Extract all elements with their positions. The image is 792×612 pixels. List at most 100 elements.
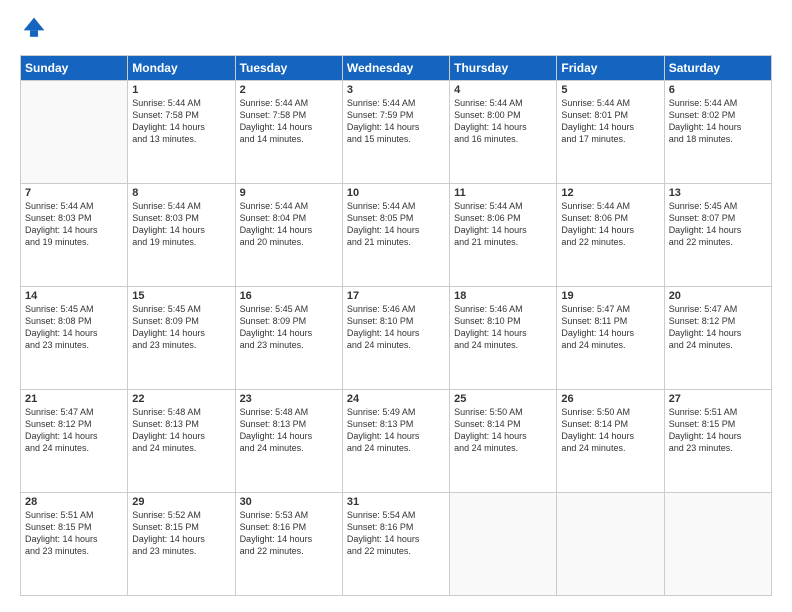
weekday-header-monday: Monday bbox=[128, 56, 235, 81]
day-info: Sunrise: 5:44 AM Sunset: 8:05 PM Dayligh… bbox=[347, 200, 445, 249]
day-info: Sunrise: 5:45 AM Sunset: 8:07 PM Dayligh… bbox=[669, 200, 767, 249]
day-number: 24 bbox=[347, 393, 445, 405]
calendar-cell: 13Sunrise: 5:45 AM Sunset: 8:07 PM Dayli… bbox=[664, 184, 771, 287]
day-number: 27 bbox=[669, 393, 767, 405]
day-info: Sunrise: 5:54 AM Sunset: 8:16 PM Dayligh… bbox=[347, 509, 445, 558]
calendar-cell bbox=[664, 493, 771, 596]
day-number: 17 bbox=[347, 290, 445, 302]
calendar-cell bbox=[21, 81, 128, 184]
weekday-row: SundayMondayTuesdayWednesdayThursdayFrid… bbox=[21, 56, 772, 81]
calendar-cell: 15Sunrise: 5:45 AM Sunset: 8:09 PM Dayli… bbox=[128, 287, 235, 390]
day-number: 25 bbox=[454, 393, 552, 405]
page: SundayMondayTuesdayWednesdayThursdayFrid… bbox=[0, 0, 792, 612]
day-number: 23 bbox=[240, 393, 338, 405]
day-info: Sunrise: 5:47 AM Sunset: 8:12 PM Dayligh… bbox=[25, 406, 123, 455]
day-number: 28 bbox=[25, 496, 123, 508]
calendar-week-3: 14Sunrise: 5:45 AM Sunset: 8:08 PM Dayli… bbox=[21, 287, 772, 390]
day-number: 30 bbox=[240, 496, 338, 508]
day-number: 8 bbox=[132, 187, 230, 199]
calendar-cell: 7Sunrise: 5:44 AM Sunset: 8:03 PM Daylig… bbox=[21, 184, 128, 287]
day-number: 16 bbox=[240, 290, 338, 302]
day-info: Sunrise: 5:44 AM Sunset: 8:04 PM Dayligh… bbox=[240, 200, 338, 249]
day-number: 21 bbox=[25, 393, 123, 405]
day-info: Sunrise: 5:44 AM Sunset: 8:03 PM Dayligh… bbox=[25, 200, 123, 249]
day-info: Sunrise: 5:45 AM Sunset: 8:09 PM Dayligh… bbox=[240, 303, 338, 352]
calendar-cell: 27Sunrise: 5:51 AM Sunset: 8:15 PM Dayli… bbox=[664, 390, 771, 493]
calendar-cell: 14Sunrise: 5:45 AM Sunset: 8:08 PM Dayli… bbox=[21, 287, 128, 390]
day-number: 31 bbox=[347, 496, 445, 508]
weekday-header-friday: Friday bbox=[557, 56, 664, 81]
calendar-cell: 8Sunrise: 5:44 AM Sunset: 8:03 PM Daylig… bbox=[128, 184, 235, 287]
calendar-cell: 16Sunrise: 5:45 AM Sunset: 8:09 PM Dayli… bbox=[235, 287, 342, 390]
day-info: Sunrise: 5:44 AM Sunset: 7:59 PM Dayligh… bbox=[347, 97, 445, 146]
day-info: Sunrise: 5:53 AM Sunset: 8:16 PM Dayligh… bbox=[240, 509, 338, 558]
day-number: 14 bbox=[25, 290, 123, 302]
day-number: 4 bbox=[454, 84, 552, 96]
calendar-cell: 1Sunrise: 5:44 AM Sunset: 7:58 PM Daylig… bbox=[128, 81, 235, 184]
calendar-cell bbox=[450, 493, 557, 596]
calendar-cell: 10Sunrise: 5:44 AM Sunset: 8:05 PM Dayli… bbox=[342, 184, 449, 287]
header bbox=[20, 16, 772, 45]
day-info: Sunrise: 5:44 AM Sunset: 7:58 PM Dayligh… bbox=[240, 97, 338, 146]
calendar-cell: 25Sunrise: 5:50 AM Sunset: 8:14 PM Dayli… bbox=[450, 390, 557, 493]
weekday-header-thursday: Thursday bbox=[450, 56, 557, 81]
day-number: 9 bbox=[240, 187, 338, 199]
weekday-header-sunday: Sunday bbox=[21, 56, 128, 81]
weekday-header-tuesday: Tuesday bbox=[235, 56, 342, 81]
day-info: Sunrise: 5:50 AM Sunset: 8:14 PM Dayligh… bbox=[454, 406, 552, 455]
calendar-cell: 30Sunrise: 5:53 AM Sunset: 8:16 PM Dayli… bbox=[235, 493, 342, 596]
day-number: 20 bbox=[669, 290, 767, 302]
calendar-cell: 17Sunrise: 5:46 AM Sunset: 8:10 PM Dayli… bbox=[342, 287, 449, 390]
day-info: Sunrise: 5:44 AM Sunset: 8:01 PM Dayligh… bbox=[561, 97, 659, 146]
day-number: 15 bbox=[132, 290, 230, 302]
day-info: Sunrise: 5:44 AM Sunset: 8:06 PM Dayligh… bbox=[454, 200, 552, 249]
calendar-cell: 28Sunrise: 5:51 AM Sunset: 8:15 PM Dayli… bbox=[21, 493, 128, 596]
calendar: SundayMondayTuesdayWednesdayThursdayFrid… bbox=[20, 55, 772, 596]
day-info: Sunrise: 5:48 AM Sunset: 8:13 PM Dayligh… bbox=[132, 406, 230, 455]
day-info: Sunrise: 5:45 AM Sunset: 8:08 PM Dayligh… bbox=[25, 303, 123, 352]
day-info: Sunrise: 5:48 AM Sunset: 8:13 PM Dayligh… bbox=[240, 406, 338, 455]
day-number: 19 bbox=[561, 290, 659, 302]
day-info: Sunrise: 5:51 AM Sunset: 8:15 PM Dayligh… bbox=[25, 509, 123, 558]
logo bbox=[20, 16, 46, 45]
day-info: Sunrise: 5:44 AM Sunset: 7:58 PM Dayligh… bbox=[132, 97, 230, 146]
calendar-week-1: 1Sunrise: 5:44 AM Sunset: 7:58 PM Daylig… bbox=[21, 81, 772, 184]
day-number: 1 bbox=[132, 84, 230, 96]
day-number: 7 bbox=[25, 187, 123, 199]
calendar-cell: 26Sunrise: 5:50 AM Sunset: 8:14 PM Dayli… bbox=[557, 390, 664, 493]
day-info: Sunrise: 5:46 AM Sunset: 8:10 PM Dayligh… bbox=[454, 303, 552, 352]
day-info: Sunrise: 5:44 AM Sunset: 8:02 PM Dayligh… bbox=[669, 97, 767, 146]
weekday-header-wednesday: Wednesday bbox=[342, 56, 449, 81]
day-info: Sunrise: 5:47 AM Sunset: 8:11 PM Dayligh… bbox=[561, 303, 659, 352]
day-info: Sunrise: 5:51 AM Sunset: 8:15 PM Dayligh… bbox=[669, 406, 767, 455]
day-info: Sunrise: 5:52 AM Sunset: 8:15 PM Dayligh… bbox=[132, 509, 230, 558]
calendar-cell: 18Sunrise: 5:46 AM Sunset: 8:10 PM Dayli… bbox=[450, 287, 557, 390]
calendar-cell: 21Sunrise: 5:47 AM Sunset: 8:12 PM Dayli… bbox=[21, 390, 128, 493]
calendar-week-4: 21Sunrise: 5:47 AM Sunset: 8:12 PM Dayli… bbox=[21, 390, 772, 493]
calendar-cell: 6Sunrise: 5:44 AM Sunset: 8:02 PM Daylig… bbox=[664, 81, 771, 184]
calendar-cell: 24Sunrise: 5:49 AM Sunset: 8:13 PM Dayli… bbox=[342, 390, 449, 493]
calendar-week-5: 28Sunrise: 5:51 AM Sunset: 8:15 PM Dayli… bbox=[21, 493, 772, 596]
day-number: 11 bbox=[454, 187, 552, 199]
day-info: Sunrise: 5:44 AM Sunset: 8:00 PM Dayligh… bbox=[454, 97, 552, 146]
day-number: 22 bbox=[132, 393, 230, 405]
day-number: 6 bbox=[669, 84, 767, 96]
day-info: Sunrise: 5:49 AM Sunset: 8:13 PM Dayligh… bbox=[347, 406, 445, 455]
day-info: Sunrise: 5:45 AM Sunset: 8:09 PM Dayligh… bbox=[132, 303, 230, 352]
calendar-cell bbox=[557, 493, 664, 596]
day-number: 10 bbox=[347, 187, 445, 199]
calendar-cell: 22Sunrise: 5:48 AM Sunset: 8:13 PM Dayli… bbox=[128, 390, 235, 493]
day-number: 5 bbox=[561, 84, 659, 96]
day-number: 26 bbox=[561, 393, 659, 405]
day-number: 29 bbox=[132, 496, 230, 508]
calendar-cell: 4Sunrise: 5:44 AM Sunset: 8:00 PM Daylig… bbox=[450, 81, 557, 184]
calendar-cell: 31Sunrise: 5:54 AM Sunset: 8:16 PM Dayli… bbox=[342, 493, 449, 596]
day-info: Sunrise: 5:47 AM Sunset: 8:12 PM Dayligh… bbox=[669, 303, 767, 352]
weekday-header-saturday: Saturday bbox=[664, 56, 771, 81]
calendar-cell: 11Sunrise: 5:44 AM Sunset: 8:06 PM Dayli… bbox=[450, 184, 557, 287]
day-number: 18 bbox=[454, 290, 552, 302]
calendar-cell: 3Sunrise: 5:44 AM Sunset: 7:59 PM Daylig… bbox=[342, 81, 449, 184]
day-info: Sunrise: 5:44 AM Sunset: 8:06 PM Dayligh… bbox=[561, 200, 659, 249]
day-number: 12 bbox=[561, 187, 659, 199]
calendar-cell: 29Sunrise: 5:52 AM Sunset: 8:15 PM Dayli… bbox=[128, 493, 235, 596]
